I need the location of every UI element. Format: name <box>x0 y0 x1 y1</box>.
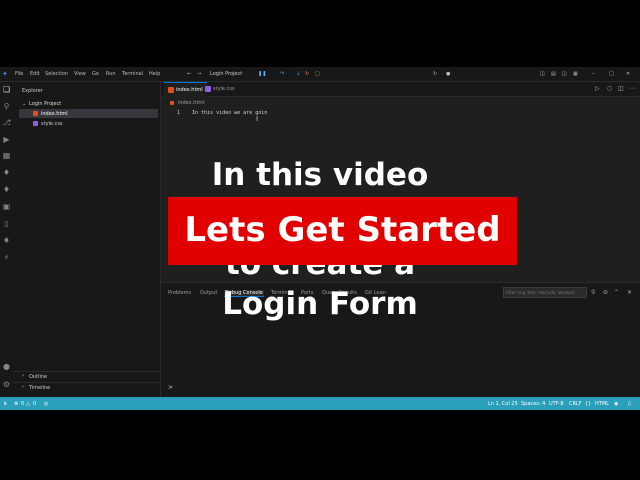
banner-text: Lets Get Started <box>184 210 501 250</box>
timeline-section[interactable]: Timeline <box>29 385 50 391</box>
menu-go[interactable]: Go <box>92 71 99 77</box>
css-file-icon <box>33 121 38 126</box>
menu-run[interactable]: Run <box>106 71 116 77</box>
remote-explorer-icon[interactable]: ▣ <box>2 202 11 211</box>
language-braces-icon: {} <box>585 401 592 407</box>
close-icon[interactable]: ✕ <box>626 71 630 77</box>
vscode-logo-icon: ✦ <box>2 70 8 78</box>
split-editor-icon[interactable]: ◫ <box>618 85 624 92</box>
menu-help[interactable]: Help <box>149 71 160 77</box>
tab-style-css[interactable]: style.css <box>201 82 239 96</box>
red-banner: Lets Get Started <box>168 197 517 265</box>
cursor-position[interactable]: Ln 1, Col 25 <box>488 401 518 407</box>
html-file-icon <box>168 87 174 93</box>
remote-icon[interactable]: ⋔ <box>3 401 7 407</box>
restart-icon[interactable]: ↻ <box>305 71 309 77</box>
warning-icon[interactable]: △ <box>26 401 30 407</box>
divider <box>13 382 160 383</box>
copilot-icon[interactable]: ↻ <box>433 71 437 77</box>
run-file-icon[interactable]: ▷ <box>595 85 600 92</box>
menu-view[interactable]: View <box>74 71 86 77</box>
mongodb-icon[interactable]: ♦ <box>2 236 11 245</box>
indentation[interactable]: Spaces: 4 <box>521 401 545 407</box>
run-debug-icon[interactable]: ▶ <box>2 135 11 144</box>
minimize-icon[interactable]: – <box>592 71 595 77</box>
menu-terminal[interactable]: Terminal <box>122 71 143 77</box>
chevron-right-icon[interactable]: › <box>22 373 24 379</box>
copilot-status-icon[interactable]: ◉ <box>614 401 618 407</box>
ports-icon[interactable]: ◎ <box>44 401 48 407</box>
tab-label: index.html <box>176 87 203 93</box>
line-number: 1 <box>177 110 181 116</box>
overlay-caption-line1: In this video <box>211 157 429 193</box>
error-icon[interactable]: ⊗ <box>14 401 18 407</box>
explorer-header: Explorer <box>22 88 43 94</box>
customize-layout-icon[interactable]: ▦ <box>573 71 578 77</box>
more-actions-icon[interactable]: ⋯ <box>629 85 635 92</box>
css-file-icon <box>205 86 211 92</box>
overlay-caption-line4: Login Form <box>222 286 418 322</box>
divider <box>13 371 160 372</box>
source-control-icon[interactable]: ⎇ <box>2 118 11 127</box>
layout-sidebar-icon[interactable]: ◫ <box>540 71 545 77</box>
notifications-bell-icon[interactable]: ♫ <box>627 401 631 407</box>
error-count[interactable]: 0 <box>21 401 24 407</box>
html-file-icon <box>33 111 38 116</box>
encoding[interactable]: UTF-8 <box>549 401 564 407</box>
menu-edit[interactable]: Edit <box>30 71 40 77</box>
menu-selection[interactable]: Selection <box>45 71 68 77</box>
file-label: index.html <box>41 111 68 117</box>
pause-icon[interactable]: ❚❚ <box>258 71 266 77</box>
chevron-right-icon[interactable]: › <box>22 384 24 390</box>
step-into-icon[interactable]: ↓ <box>296 71 300 77</box>
testing-icon[interactable]: ▯ <box>2 219 11 228</box>
file-index-html[interactable]: index.html <box>19 109 158 118</box>
mouse-text-cursor: I <box>256 115 259 123</box>
tab-label: style.css <box>213 86 235 92</box>
explorer-sidebar: Explorer ⌄ Login Project index.html styl… <box>13 82 161 397</box>
html-file-icon <box>170 101 174 105</box>
settings-sync-icon[interactable]: ● <box>446 71 450 77</box>
account-icon[interactable]: ● <box>2 362 11 371</box>
menu-file[interactable]: File <box>15 71 23 77</box>
manage-gear-icon[interactable]: ⚙ <box>2 380 11 389</box>
open-changes-icon[interactable]: ○ <box>607 85 612 92</box>
maximize-icon[interactable]: □ <box>609 71 614 77</box>
code-line[interactable]: 1 In this video we are goin <box>161 108 591 117</box>
language-mode[interactable]: HTML <box>595 401 609 407</box>
activity-bar: ❏ ⚲ ⎇ ▶ ▦ ♦ ♦ ▣ ▯ ♦ ⚡ ● ⚙ <box>0 82 14 397</box>
step-over-icon[interactable]: ↷ <box>280 71 284 77</box>
folder-login-project[interactable]: Login Project <box>29 101 61 107</box>
file-style-css[interactable]: style.css <box>19 119 158 128</box>
search-icon[interactable]: ⚲ <box>2 102 11 111</box>
back-arrow-icon[interactable]: ← <box>187 71 191 77</box>
editor-tabs: index.html style.css ▷ ○ ◫ ⋯ <box>161 82 640 97</box>
outline-section[interactable]: Outline <box>29 374 47 380</box>
forward-arrow-icon[interactable]: → <box>197 71 201 77</box>
layout-panel-icon[interactable]: ▤ <box>551 71 556 77</box>
command-center[interactable]: Login Project <box>210 71 242 77</box>
console-prompt[interactable]: > <box>168 384 173 391</box>
layout-secondary-icon[interactable]: ◫ <box>562 71 567 77</box>
status-bar: ⋔ ⊗ 0 △ 0 ◎ Ln 1, Col 25 Spaces: 4 UTF-8… <box>0 397 640 410</box>
warning-count[interactable]: 0 <box>33 401 36 407</box>
explorer-icon[interactable]: ❏ <box>2 85 11 94</box>
title-bar: ✦ File Edit Selection View Go Run Termin… <box>0 67 640 82</box>
end-of-line[interactable]: CRLF <box>569 401 582 407</box>
file-label: style.css <box>41 121 63 127</box>
breadcrumb[interactable]: index.html <box>178 100 205 106</box>
folder-chevron-down-icon[interactable]: ⌄ <box>22 101 26 107</box>
stop-icon[interactable]: □ <box>315 71 320 77</box>
